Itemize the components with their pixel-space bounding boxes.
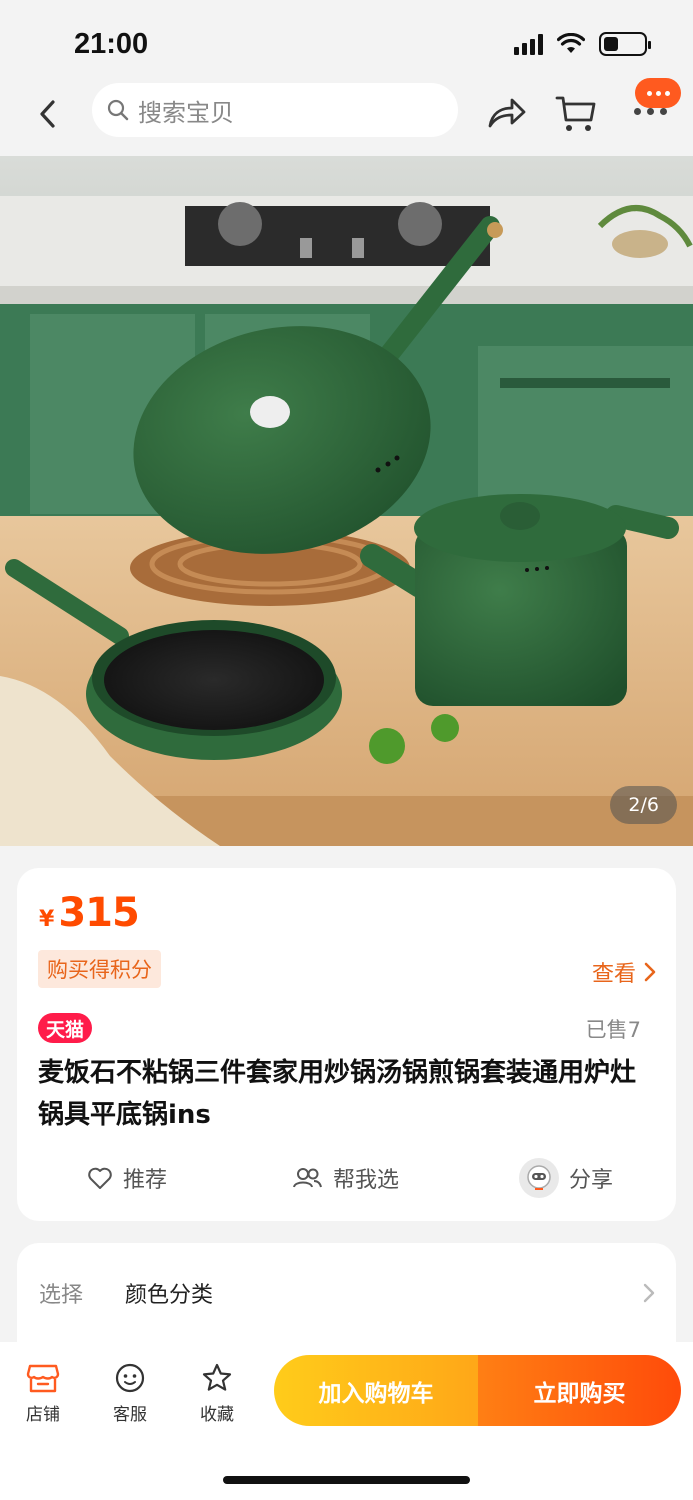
share-arrow-icon (488, 98, 526, 128)
view-link[interactable]: 查看 (592, 956, 656, 988)
store-label: 店铺 (26, 1405, 60, 1425)
product-actions: 推荐 帮我选 分享 (17, 1156, 676, 1200)
search-input[interactable]: 搜索宝贝 (92, 83, 458, 137)
cart-button[interactable] (553, 90, 599, 136)
buy-now-button[interactable]: 立即购买 (478, 1355, 681, 1426)
wifi-icon (557, 33, 585, 53)
help-choose-label: 帮我选 (333, 1168, 400, 1193)
favorite-button[interactable]: 收藏 (187, 1362, 247, 1425)
points-badge[interactable]: 购买得积分 (38, 950, 161, 988)
price: ¥ 315 (39, 890, 140, 936)
chat-face-icon (115, 1363, 145, 1393)
customer-service-button[interactable]: 客服 (100, 1362, 160, 1425)
add-to-cart-button[interactable]: 加入购物车 (274, 1355, 478, 1426)
back-button[interactable] (28, 94, 68, 134)
search-icon (107, 99, 129, 121)
chevron-right-icon (644, 962, 656, 982)
cart-icon (555, 96, 596, 131)
chevron-left-icon (40, 100, 55, 128)
message-bubble-icon (635, 78, 681, 108)
star-icon (202, 1363, 232, 1391)
home-indicator[interactable] (223, 1476, 470, 1484)
more-menu-button[interactable] (626, 78, 682, 136)
sold-count: 已售7 (585, 1018, 641, 1042)
chevron-right-icon (643, 1283, 655, 1303)
nav-bar: 搜索宝贝 (0, 78, 693, 156)
product-info-card: ¥ 315 购买得积分 查看 天猫 已售7 麦饭石不粘锅三件套家用炒锅汤锅煎锅套… (17, 868, 676, 1221)
image-page-indicator: 2/6 (610, 786, 677, 824)
price-value: 315 (58, 890, 139, 936)
recommend-button[interactable]: 推荐 (87, 1156, 167, 1200)
more-dots-icon (634, 108, 667, 115)
view-link-label: 查看 (591, 962, 636, 987)
customer-service-label: 客服 (113, 1405, 147, 1425)
avatar (519, 1158, 559, 1198)
purchase-buttons: 加入购物车 立即购买 (274, 1355, 681, 1426)
favorite-label: 收藏 (200, 1405, 234, 1425)
product-image-carousel[interactable]: 2/6 (0, 156, 693, 846)
mascot-icon (527, 1165, 551, 1190)
product-title: 麦饭石不粘锅三件套家用炒锅汤锅煎锅套装通用炉灶锅具平底锅ins (38, 1058, 637, 1130)
select-value: 颜色分类 (125, 1283, 214, 1308)
users-icon (293, 1168, 322, 1188)
recommend-label: 推荐 (123, 1168, 168, 1193)
status-bar: 21:00 (0, 0, 693, 80)
store-button[interactable]: 店铺 (13, 1362, 73, 1425)
color-select-row[interactable]: 选择 颜色分类 (39, 1277, 655, 1309)
store-icon (26, 1364, 60, 1393)
cellular-signal-icon (514, 33, 543, 55)
share-label: 分享 (569, 1168, 614, 1193)
tmall-badge: 天猫 (38, 1013, 93, 1043)
currency-symbol: ¥ (39, 907, 55, 932)
product-image (0, 156, 693, 846)
select-label: 选择 (39, 1283, 84, 1308)
search-placeholder: 搜索宝贝 (138, 98, 234, 127)
share-action-button[interactable]: 分享 (519, 1156, 613, 1200)
battery-icon (599, 32, 651, 56)
bottom-action-bar: 店铺 客服 收藏 加入购物车 立即购买 (0, 1342, 693, 1500)
heart-icon (88, 1167, 112, 1189)
share-button[interactable] (484, 90, 530, 136)
status-icons (514, 32, 651, 56)
help-choose-button[interactable]: 帮我选 (291, 1156, 399, 1200)
status-time: 21:00 (74, 28, 149, 60)
